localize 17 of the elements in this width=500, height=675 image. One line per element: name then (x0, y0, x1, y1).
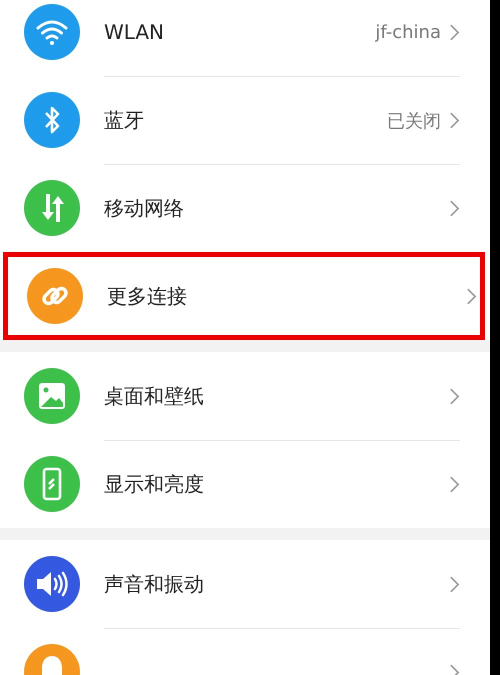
row-value: jf-china (375, 22, 441, 42)
row-label: 蓝牙 (104, 107, 145, 134)
chevron-icon (449, 111, 460, 130)
row-value: 已关闭 (387, 110, 441, 132)
row-label: 桌面和壁纸 (104, 382, 205, 410)
row-label: 更多连接 (107, 282, 188, 310)
row-label: 显示和亮度 (104, 471, 205, 498)
chevron-icon (449, 574, 460, 594)
row-label: 声音和振动 (104, 570, 205, 598)
settings-row[interactable]: 更多连接 (3, 252, 485, 340)
chevron-icon (449, 199, 460, 218)
chevron-icon (449, 386, 460, 406)
chevron-icon (449, 22, 460, 42)
row-label: 移动网络 (104, 195, 185, 222)
chevron-icon (449, 475, 460, 494)
chevron-icon (466, 286, 477, 306)
row-label: WLAN (104, 20, 166, 44)
